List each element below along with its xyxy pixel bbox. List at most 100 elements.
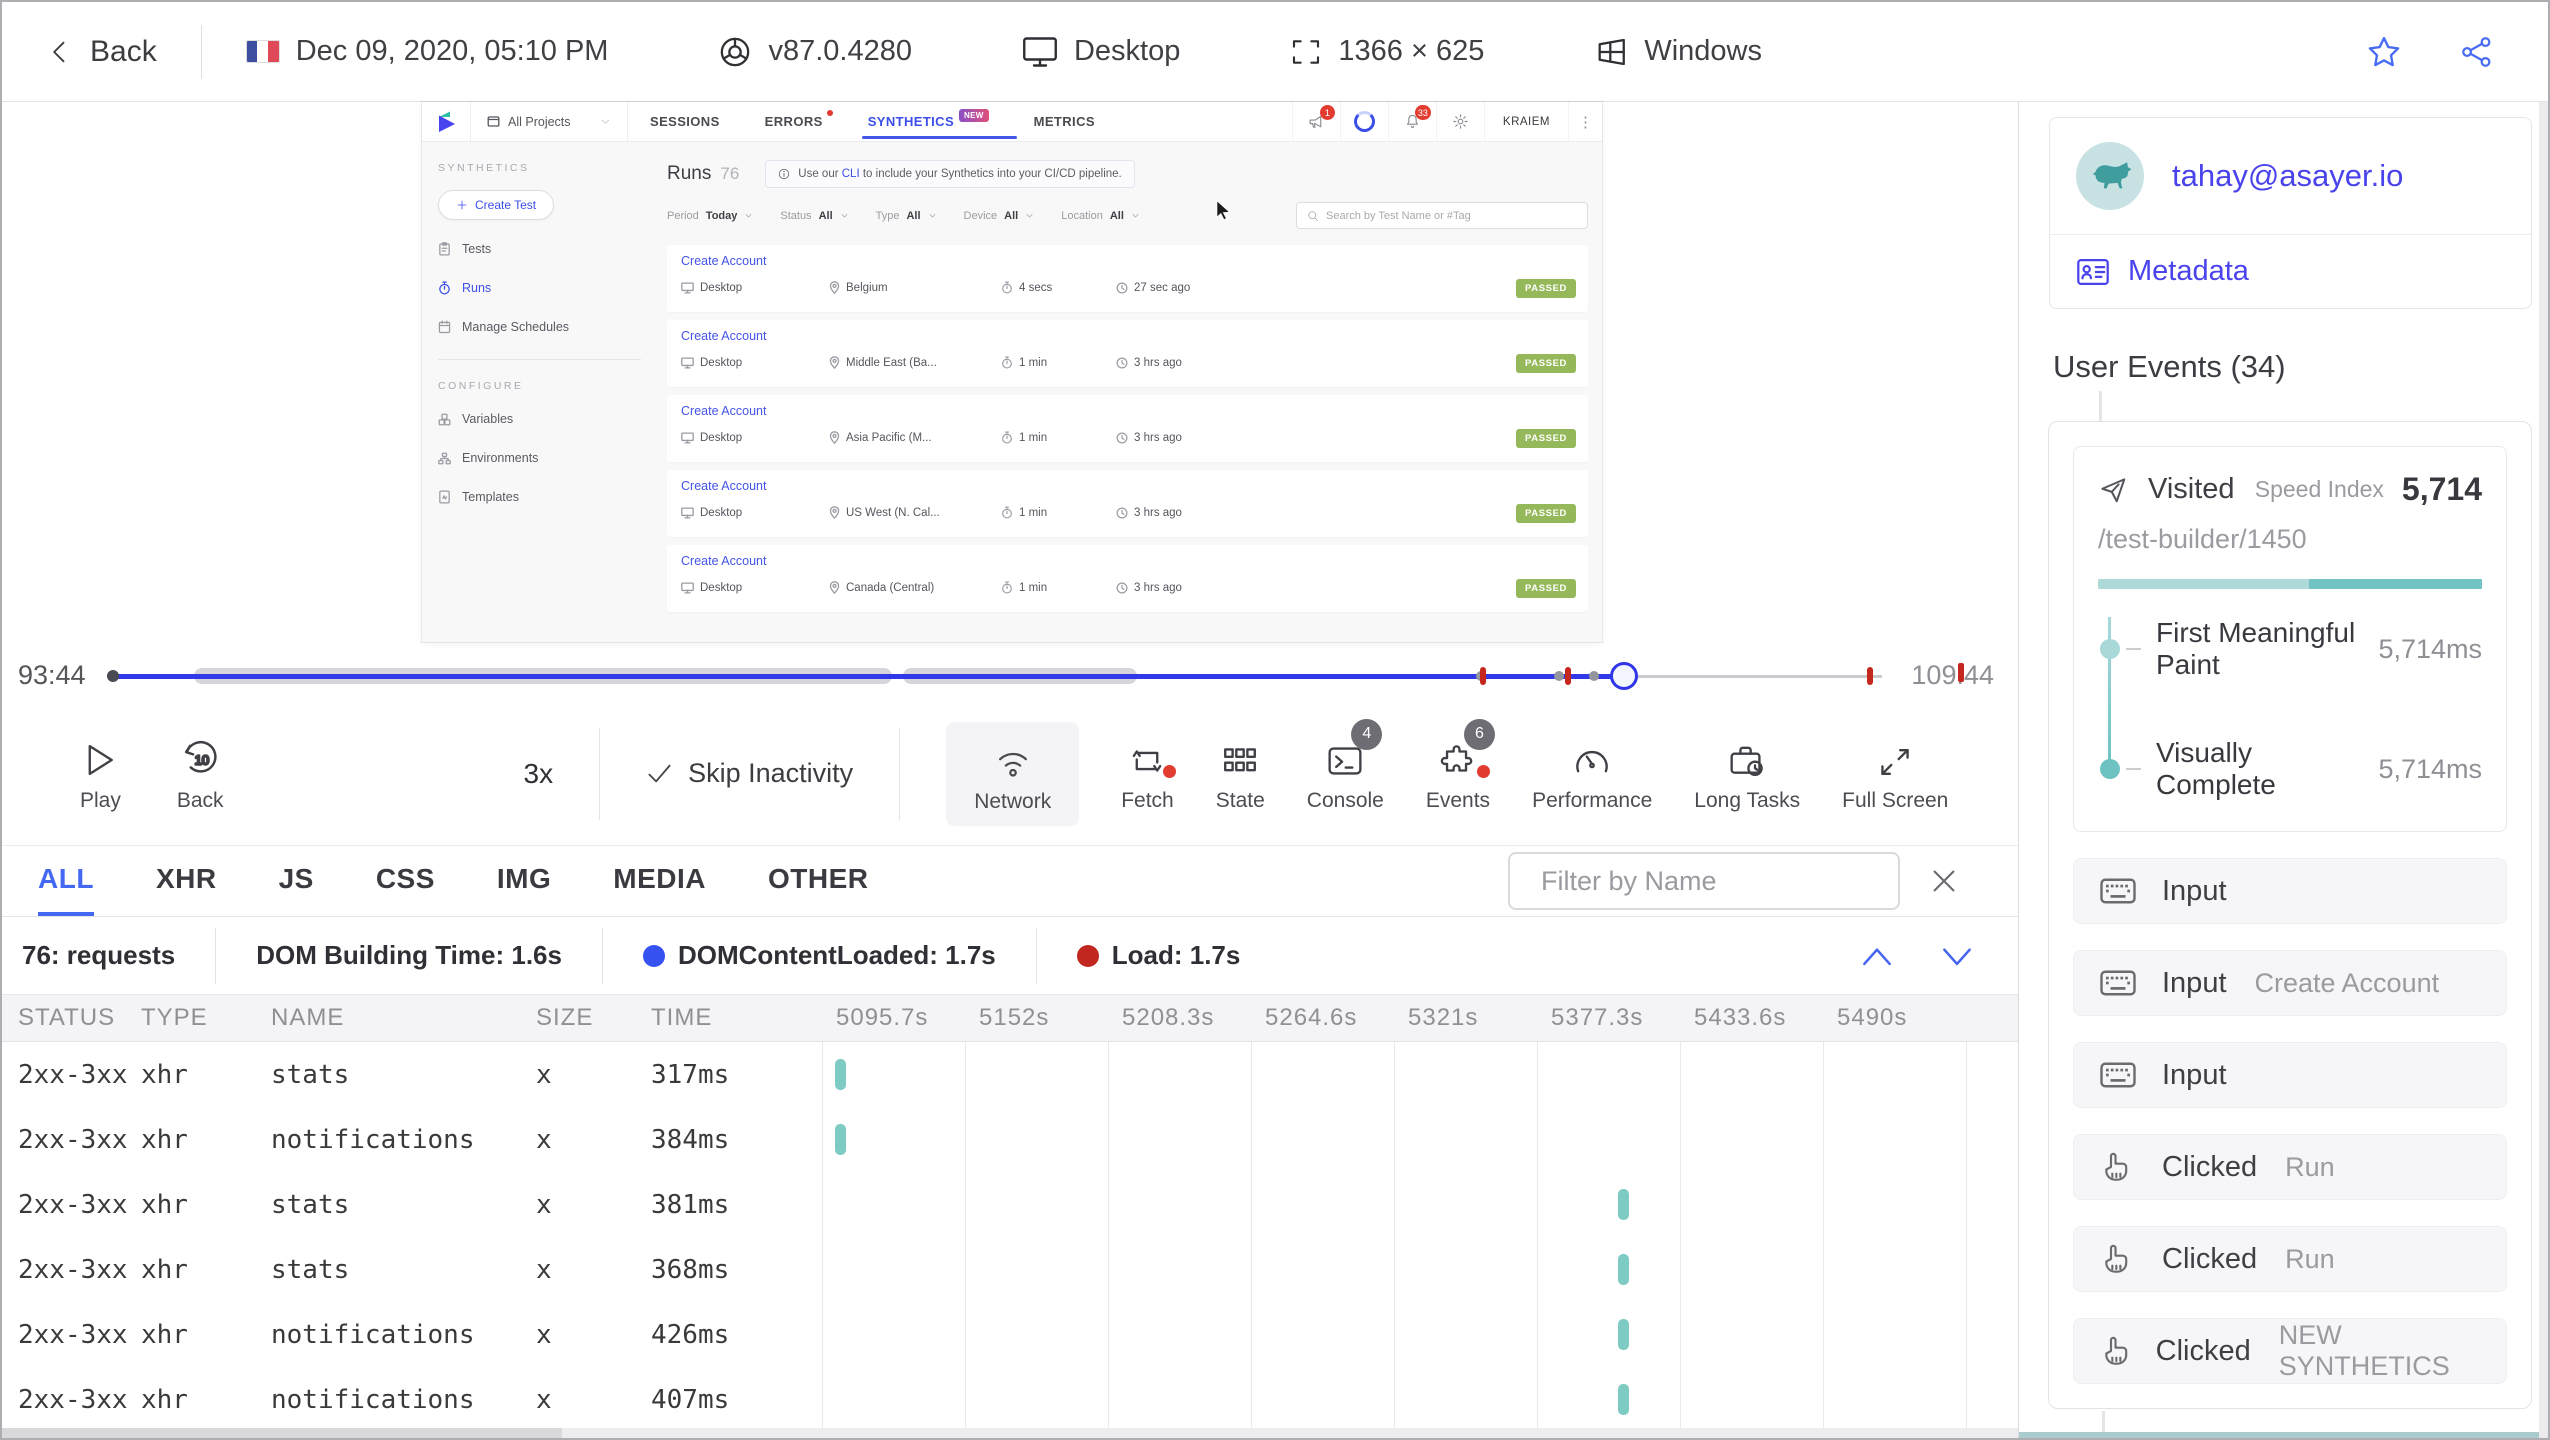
console-panel-button[interactable]: 4 Console [1307,718,1384,813]
network-filter-box[interactable] [1508,852,1900,910]
close-panel-button[interactable] [1928,865,1960,897]
user-menu[interactable]: KRAIEM [1483,102,1568,141]
user-event-item[interactable]: Input [2073,858,2507,924]
run-title-link[interactable]: Create Account [681,329,1574,343]
metadata-button[interactable]: Metadata [2050,235,2531,308]
state-panel-button[interactable]: State [1216,735,1265,813]
metric-dash [2126,768,2141,770]
user-event-item[interactable]: Input Create Account [2073,950,2507,1016]
back-button[interactable]: Back [46,35,157,69]
project-selector[interactable]: All Projects [470,102,628,142]
sidebar-item-templates[interactable]: Templates [438,490,641,504]
request-row[interactable]: 2xx-3xx xhr notifications x 384ms [2,1107,2018,1172]
speed-toggle[interactable]: 3x [524,758,554,790]
more-menu[interactable]: ⋮ [1568,102,1602,141]
filter-value: All [1004,209,1019,222]
request-row[interactable]: 2xx-3xx xhr notifications x 426ms [2,1302,2018,1367]
user-event-item[interactable]: Input [2073,1042,2507,1108]
run-card[interactable]: Create Account Desktop US West (N. Cal..… [667,470,1588,537]
play-button[interactable]: Play [80,735,121,813]
sidebar-item-manage-schedules[interactable]: Manage Schedules [438,320,641,334]
run-title-link[interactable]: Create Account [681,554,1574,568]
tab-synthetics[interactable]: SYNTHETICS NEW [861,102,1017,141]
request-row[interactable]: 2xx-3xx xhr stats x 317ms [2,1042,2018,1107]
net-tab-js[interactable]: JS [279,846,314,916]
clipboard-icon [438,242,451,256]
session-date-label: Dec 09, 2020, 05:10 PM [295,35,609,67]
filter-dropdown[interactable]: Device All [964,210,1035,222]
user-event-item[interactable]: Clicked Run [2073,1134,2507,1200]
metric-value: 5,714ms [2378,633,2482,664]
long-tasks-panel-button[interactable]: Long Tasks [1694,735,1800,813]
filter-dropdown[interactable]: Status All [780,210,848,222]
user-event-item[interactable]: Clicked NEW SYNTHETICS [2073,1318,2507,1384]
net-tab-img[interactable]: IMG [497,846,551,916]
back-label: Back [90,34,157,68]
plus-icon [457,200,467,210]
error-marker[interactable] [1480,667,1486,685]
request-row[interactable]: 2xx-3xx xhr stats x 368ms [2,1237,2018,1302]
notifications-button[interactable]: 33 [1387,102,1436,141]
run-card[interactable]: Create Account Desktop Belgium 4 secs 27… [667,245,1588,312]
run-card[interactable]: Create Account Desktop Asia Pacific (M..… [667,395,1588,462]
user-event-item[interactable]: Clicked Run [2073,1226,2507,1292]
header-name: NAME [271,1004,345,1031]
sidebar-item-variables[interactable]: Variables [438,412,641,426]
run-card[interactable]: Create Account Desktop Middle East (Ba..… [667,320,1588,387]
back-10s-button[interactable]: 10 Back [177,735,224,813]
user-email-link[interactable]: tahay@asayer.io [2172,158,2403,194]
cell-name: stats [271,1254,350,1285]
create-test-button[interactable]: Create Test [438,190,555,220]
run-duration: 4 secs [1019,281,1053,294]
location-pin-icon [829,506,840,519]
requests-count: 76: requests [22,940,176,970]
event-target: NEW SYNTHETICS [2278,1320,2450,1381]
share-icon[interactable] [2460,35,2494,69]
chevron-up-icon[interactable] [1858,941,1896,971]
net-tab-xhr[interactable]: XHR [156,846,217,916]
sidebar-item-environments[interactable]: Environments [438,451,641,465]
star-icon[interactable] [2366,34,2402,70]
run-title-link[interactable]: Create Account [681,404,1574,418]
error-marker[interactable] [1565,667,1571,685]
filter-dropdown[interactable]: Period Today [667,210,753,222]
sidebar-item-runs[interactable]: Runs [438,281,641,295]
tab-sessions[interactable]: SESSIONS [650,102,720,141]
run-duration: 1 min [1019,506,1048,519]
avatar [2076,142,2144,210]
error-marker[interactable] [1867,667,1873,685]
filter-dropdown[interactable]: Location All [1061,210,1140,222]
net-tab-other[interactable]: OTHER [768,846,869,916]
tab-metrics[interactable]: METRICS [1034,102,1095,141]
sidebar-item-tests[interactable]: Tests [438,242,641,256]
network-panel-button[interactable]: Network [946,721,1080,826]
run-title-link[interactable]: Create Account [681,254,1574,268]
sidebar-scrollbar[interactable] [2539,102,2548,1438]
announcements-button[interactable]: 1 [1291,102,1340,141]
full-screen-button[interactable]: Full Screen [1842,735,1948,813]
request-row[interactable]: 2xx-3xx xhr stats x 381ms [2,1172,2018,1237]
net-tab-all[interactable]: ALL [38,846,94,916]
skip-inactivity-toggle[interactable]: Skip Inactivity [646,758,853,789]
run-card[interactable]: Create Account Desktop Canada (Central) … [667,545,1588,612]
request-row[interactable]: 2xx-3xx xhr notifications x 407ms [2,1367,2018,1432]
fetch-panel-button[interactable]: Fetch [1121,735,1177,813]
chevron-down-icon[interactable] [1938,941,1976,971]
network-filter-input[interactable] [1541,865,1895,897]
player-timeline[interactable]: 93:44 109:44 [2,650,2018,702]
net-tab-css[interactable]: CSS [376,846,435,916]
test-search-box[interactable] [1296,202,1588,229]
timeline-handle[interactable] [1610,662,1638,690]
tab-errors[interactable]: ERRORS [765,102,833,141]
test-search-input[interactable] [1326,209,1577,222]
cli-link[interactable]: CLI [842,168,860,180]
net-tab-media[interactable]: MEDIA [613,846,706,916]
player-column: All Projects SESSIONS ERRORS SYNTHETICS … [2,102,2018,1438]
settings-button[interactable] [1435,102,1484,141]
run-location: Canada (Central) [846,581,935,594]
filter-dropdown[interactable]: Type All [876,210,937,222]
performance-panel-button[interactable]: Performance [1532,735,1652,813]
visited-event-card[interactable]: Visited Speed Index 5,714 /test-builder/… [2073,446,2507,832]
run-title-link[interactable]: Create Account [681,479,1574,493]
events-panel-button[interactable]: 6 Events [1426,718,1495,813]
